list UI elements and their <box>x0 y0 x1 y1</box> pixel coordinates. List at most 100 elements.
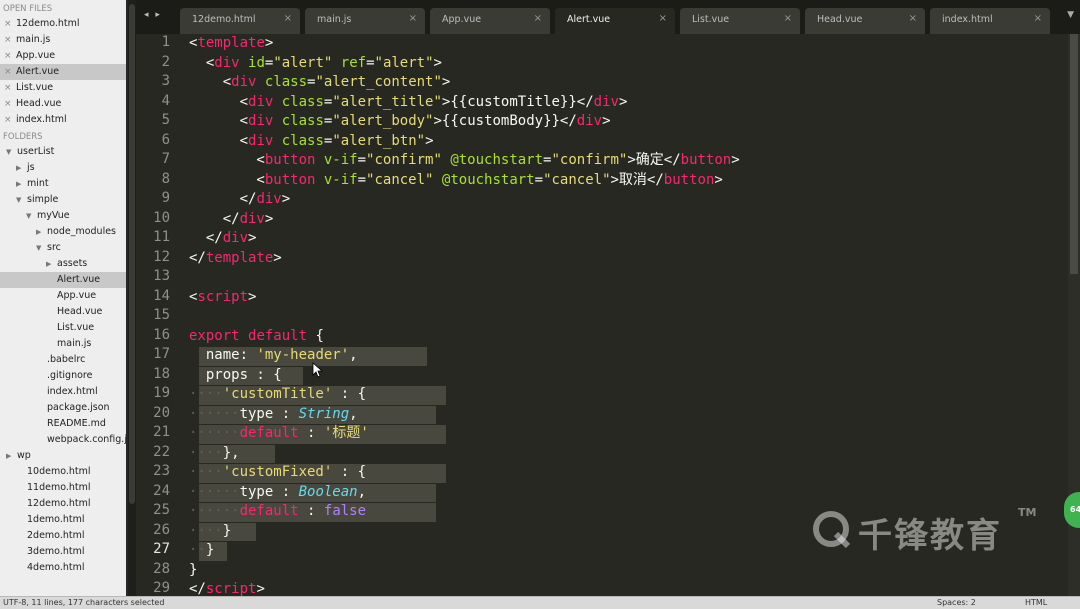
code-line[interactable]: <div class="alert_body">{{customBody}}</… <box>189 112 611 132</box>
line-number: 24 <box>153 482 170 499</box>
open-file-item[interactable]: × Head.vue <box>0 96 126 112</box>
code-line[interactable]: <button v-if="confirm" @touchstart="conf… <box>189 151 739 171</box>
tree-item-label: README.md <box>47 418 106 429</box>
close-file-icon[interactable]: × <box>4 16 12 32</box>
close-icon[interactable]: × <box>1034 13 1042 24</box>
close-file-icon[interactable]: × <box>4 64 12 80</box>
tree-item[interactable]: ▼ simple <box>0 192 126 208</box>
tree-item[interactable]: 10demo.html <box>0 464 126 480</box>
editor-scroll-thumb[interactable] <box>1070 34 1078 274</box>
tab-nav-arrows-icon[interactable]: ◂ ▸ <box>144 10 162 20</box>
tree-item[interactable]: .babelrc <box>0 352 126 368</box>
code-line[interactable]: <button v-if="cancel" @touchstart="cance… <box>189 171 722 191</box>
code-line[interactable]: </template> <box>189 249 282 269</box>
tab-12demo-html[interactable]: 12demo.html × <box>180 8 300 34</box>
status-indentation[interactable]: Spaces: 2 <box>937 597 976 609</box>
tree-item[interactable]: ▼ userList <box>0 144 126 160</box>
chevron-down-icon[interactable]: ▼ <box>16 192 21 208</box>
tree-item[interactable]: App.vue <box>0 288 126 304</box>
tree-item[interactable]: 2demo.html <box>0 528 126 544</box>
code-line[interactable]: <div class="alert_content"> <box>189 73 451 93</box>
tree-item[interactable]: ▶ assets <box>0 256 126 272</box>
chevron-right-icon[interactable]: ▶ <box>16 160 21 176</box>
code-line[interactable]: </div> <box>189 229 257 249</box>
code-line[interactable]: ····} <box>189 522 231 542</box>
close-icon[interactable]: × <box>534 13 542 24</box>
close-file-icon[interactable]: × <box>4 32 12 48</box>
code-line[interactable]: <template> <box>189 34 273 54</box>
close-icon[interactable]: × <box>784 13 792 24</box>
close-file-icon[interactable]: × <box>4 96 12 112</box>
code-line[interactable]: ····}, <box>189 444 240 464</box>
tab-app-vue[interactable]: App.vue × <box>430 8 550 34</box>
chevron-down-icon[interactable]: ▼ <box>6 144 11 160</box>
code-line[interactable]: </div> <box>189 210 274 230</box>
tab-alert-vue[interactable]: Alert.vue × <box>555 8 675 34</box>
tree-item[interactable]: 12demo.html <box>0 496 126 512</box>
code-line[interactable]: <div class="alert_title">{{customTitle}}… <box>189 93 628 113</box>
tree-item[interactable]: 4demo.html <box>0 560 126 576</box>
code-line[interactable]: </script> <box>189 580 265 596</box>
tree-item[interactable]: .gitignore <box>0 368 126 384</box>
close-icon[interactable]: × <box>284 13 292 24</box>
tree-item[interactable]: Head.vue <box>0 304 126 320</box>
tree-item[interactable]: ▶ wp <box>0 448 126 464</box>
status-syntax[interactable]: HTML <box>1025 597 1047 609</box>
code-line[interactable]: ······default : '标题' <box>189 424 369 444</box>
tree-item[interactable]: 11demo.html <box>0 480 126 496</box>
close-file-icon[interactable]: × <box>4 48 12 64</box>
open-file-item[interactable]: × 12demo.html <box>0 16 126 32</box>
chevron-right-icon[interactable]: ▶ <box>6 448 11 464</box>
code-line[interactable]: <div class="alert_btn"> <box>189 132 434 152</box>
open-file-item[interactable]: × App.vue <box>0 48 126 64</box>
tree-item[interactable]: webpack.config.js <box>0 432 126 448</box>
code-line[interactable]: ····'customFixed' : { <box>189 463 366 483</box>
chevron-right-icon[interactable]: ▶ <box>36 224 41 240</box>
code-line[interactable]: props : { <box>189 366 282 386</box>
tree-item[interactable]: List.vue <box>0 320 126 336</box>
tree-item[interactable]: 3demo.html <box>0 544 126 560</box>
code-line[interactable]: </div> <box>189 190 291 210</box>
tree-item[interactable]: package.json <box>0 400 126 416</box>
sidebar-scroll-thumb[interactable] <box>129 4 135 504</box>
tab-overflow-icon[interactable]: ▼ <box>1067 10 1074 20</box>
close-file-icon[interactable]: × <box>4 80 12 96</box>
code-line[interactable]: export default { <box>189 327 324 347</box>
chevron-down-icon[interactable]: ▼ <box>26 208 31 224</box>
tree-item[interactable]: ▶ mint <box>0 176 126 192</box>
chevron-down-icon[interactable]: ▼ <box>36 240 41 256</box>
close-icon[interactable]: × <box>409 13 417 24</box>
tab-list-vue[interactable]: List.vue × <box>680 8 800 34</box>
code-line[interactable]: } <box>189 561 197 581</box>
tab-index-html[interactable]: index.html × <box>930 8 1050 34</box>
tree-item[interactable]: README.md <box>0 416 126 432</box>
close-icon[interactable]: × <box>659 13 667 24</box>
tree-item[interactable]: ▶ node_modules <box>0 224 126 240</box>
tree-item[interactable]: index.html <box>0 384 126 400</box>
open-file-item[interactable]: × index.html <box>0 112 126 128</box>
open-file-item[interactable]: × Alert.vue <box>0 64 126 80</box>
tab-main-js[interactable]: main.js × <box>305 8 425 34</box>
tab-head-vue[interactable]: Head.vue × <box>805 8 925 34</box>
chevron-right-icon[interactable]: ▶ <box>16 176 21 192</box>
open-file-item[interactable]: × main.js <box>0 32 126 48</box>
tree-item[interactable]: main.js <box>0 336 126 352</box>
tree-item[interactable]: Alert.vue <box>0 272 126 288</box>
code-line[interactable]: ······type : String, <box>189 405 358 425</box>
chevron-right-icon[interactable]: ▶ <box>46 256 51 272</box>
code-line[interactable]: ······default : false <box>189 502 366 522</box>
code-line[interactable]: <div id="alert" ref="alert"> <box>189 54 442 74</box>
tree-item[interactable]: ▶ js <box>0 160 126 176</box>
code-line[interactable]: name: 'my-header', <box>189 346 374 366</box>
code-line[interactable]: ······type : Boolean, <box>189 483 366 503</box>
code-line[interactable]: <script> <box>189 288 256 308</box>
sidebar-scrollbar[interactable] <box>128 0 136 596</box>
tree-item[interactable]: ▼ src <box>0 240 126 256</box>
open-file-item[interactable]: × List.vue <box>0 80 126 96</box>
code-line[interactable]: ····'customTitle' : { <box>189 385 366 405</box>
code-line[interactable]: ··} <box>189 541 214 561</box>
close-icon[interactable]: × <box>909 13 917 24</box>
close-file-icon[interactable]: × <box>4 112 12 128</box>
tree-item[interactable]: ▼ myVue <box>0 208 126 224</box>
tree-item[interactable]: 1demo.html <box>0 512 126 528</box>
